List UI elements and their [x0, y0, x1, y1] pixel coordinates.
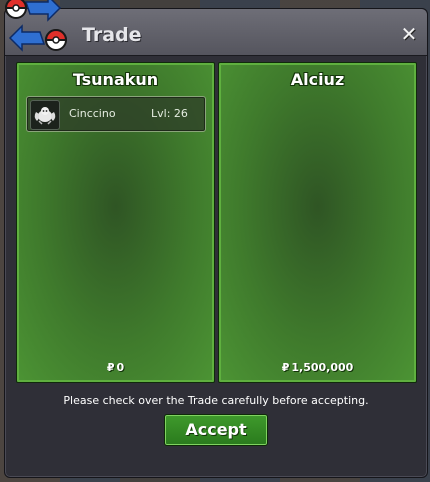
money-amount: 0 — [116, 361, 125, 374]
money-offer: ₽0 — [17, 361, 214, 374]
trade-panel-partner: Alciuz ₽1,500,000 — [218, 62, 417, 383]
item-pokemon-name: Cinccino — [69, 107, 116, 120]
player-name: Alciuz — [290, 70, 345, 89]
cinccino-sprite-icon — [30, 100, 60, 130]
pokedollar-icon: ₽ — [281, 361, 290, 374]
accept-button[interactable]: Accept — [164, 414, 268, 446]
pokedollar-icon: ₽ — [106, 361, 115, 374]
trade-panel-self: Tsunakun Cinccino Lvl: 26 ₽0 — [16, 62, 215, 383]
player-name: Tsunakun — [72, 70, 159, 89]
money-offer: ₽1,500,000 — [219, 361, 416, 374]
trade-item-slot[interactable]: Cinccino Lvl: 26 — [26, 96, 206, 132]
pokeball-swap-icon — [4, 0, 68, 52]
close-icon[interactable]: ✕ — [400, 24, 418, 44]
trade-window: Trade ✕ Tsunakun Cinccino Lvl: 26 ₽0 Alc… — [4, 8, 428, 478]
trade-notice: Please check over the Trade carefully be… — [63, 394, 369, 407]
money-amount: 1,500,000 — [291, 361, 354, 374]
window-title: Trade — [82, 24, 142, 46]
item-pokemon-level: Lvl: 26 — [151, 107, 188, 120]
